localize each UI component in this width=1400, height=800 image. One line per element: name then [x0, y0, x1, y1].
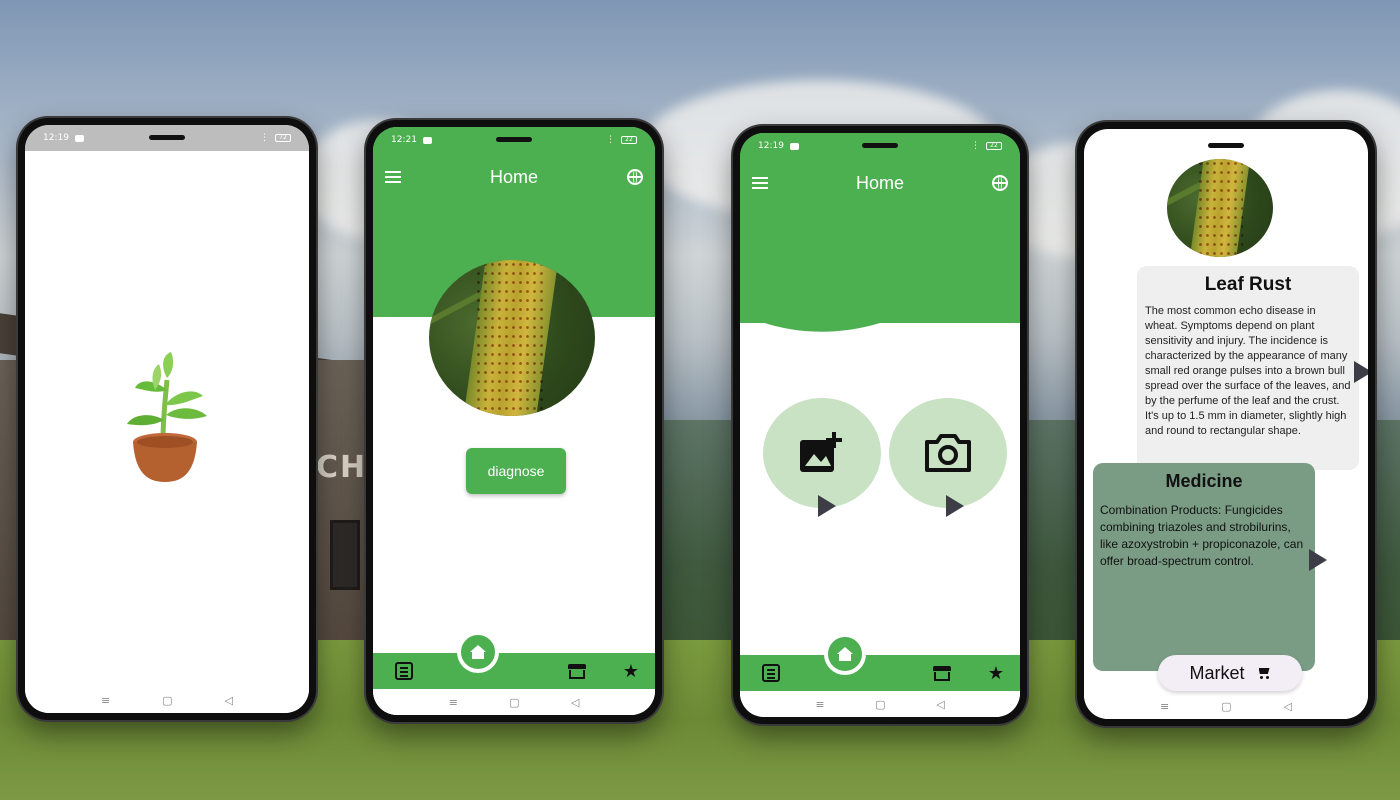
gallery-arrow-icon	[818, 495, 836, 517]
medicine-next-arrow-icon[interactable]	[1309, 549, 1327, 571]
add-photo-icon	[800, 432, 842, 472]
youtube-icon	[789, 142, 799, 150]
language-globe-icon[interactable]	[626, 169, 643, 185]
camera-arrow-icon	[946, 495, 964, 517]
store-icon[interactable]	[567, 663, 586, 679]
camera-icon	[925, 434, 971, 472]
home-icon	[837, 647, 853, 661]
potted-plant-logo	[127, 352, 207, 482]
home-nav-button[interactable]	[457, 631, 499, 673]
market-button[interactable]: Market	[1158, 655, 1302, 691]
app-header: Home	[740, 159, 1020, 207]
wave-divider	[740, 293, 1020, 332]
youtube-icon	[74, 134, 84, 142]
phone-home-diagnose: 12:21 ⋮ 22 Home diagnose ★ ≡ ▢ ◁	[366, 120, 662, 722]
battery-icon: 22	[986, 142, 1002, 150]
system-nav-bar: ≡ ▢ ◁	[1084, 693, 1368, 719]
system-nav-bar: ≡ ▢ ◁	[740, 691, 1020, 717]
page-title: Home	[489, 166, 538, 187]
leaf-rust-thumbnail	[1167, 159, 1273, 257]
disease-next-arrow-icon[interactable]	[1354, 361, 1368, 383]
page-title: Home	[855, 172, 904, 193]
home-system-button[interactable]: ▢	[509, 696, 519, 709]
back-button[interactable]: ◁	[225, 694, 233, 707]
home-nav-button[interactable]	[824, 633, 866, 675]
splash-screen: 12:19 ⋮ 72 ≡ ▢ ◁	[25, 125, 309, 713]
disease-title: Leaf Rust	[1204, 274, 1292, 295]
system-nav-bar: ≡ ▢ ◁	[373, 689, 655, 715]
status-time: 12:19	[758, 141, 784, 151]
battery-icon: 72	[275, 134, 291, 142]
system-nav-bar: ≡ ▢ ◁	[25, 687, 309, 713]
articles-icon[interactable]	[395, 662, 413, 680]
home-system-button[interactable]: ▢	[1221, 700, 1231, 713]
status-time: 12:19	[43, 133, 69, 143]
app-header: Home	[373, 153, 655, 201]
camera-notch	[149, 135, 185, 140]
leaf-rust-image	[429, 260, 595, 416]
camera-notch	[496, 137, 532, 142]
medicine-description: Combination Products: Fungicides combini…	[1100, 503, 1304, 568]
disease-info-card: Leaf Rust The most common echo disease i…	[1137, 266, 1359, 470]
shopping-cart-icon	[1257, 667, 1271, 679]
wifi-icon: ⋮	[606, 135, 615, 145]
recents-button[interactable]: ≡	[449, 696, 458, 709]
medicine-title: Medicine	[1165, 471, 1243, 491]
bottom-nav: ★	[740, 633, 1020, 691]
recents-button[interactable]: ≡	[815, 698, 824, 711]
phone-image-picker: 12:19 ⋮ 22 Home ★ ≡ ▢ ◁	[733, 126, 1027, 724]
camera-notch	[1208, 143, 1244, 148]
favorites-star-icon[interactable]: ★	[988, 663, 1004, 684]
camera-notch	[862, 143, 898, 148]
back-button[interactable]: ◁	[1284, 700, 1292, 713]
phone-splash: 12:19 ⋮ 72 ≡ ▢ ◁	[18, 118, 316, 720]
menu-icon[interactable]	[385, 171, 401, 183]
home-system-button[interactable]: ▢	[162, 694, 172, 707]
favorites-star-icon[interactable]: ★	[623, 661, 639, 682]
recents-button[interactable]: ≡	[1160, 700, 1169, 713]
image-picker-screen: 12:19 ⋮ 22 Home ★ ≡ ▢ ◁	[740, 133, 1020, 717]
store-icon[interactable]	[933, 665, 952, 681]
back-button[interactable]: ◁	[936, 698, 944, 711]
phone-disease-details: Leaf Rust The most common echo disease i…	[1077, 122, 1375, 726]
articles-icon[interactable]	[762, 664, 780, 682]
gallery-button[interactable]	[763, 398, 881, 508]
medicine-card: Medicine Combination Products: Fungicide…	[1093, 463, 1315, 671]
home-diagnose-screen: 12:21 ⋮ 22 Home diagnose ★ ≡ ▢ ◁	[373, 127, 655, 715]
bottom-nav: ★	[373, 631, 655, 689]
wifi-icon: ⋮	[971, 141, 980, 151]
youtube-icon	[422, 136, 432, 144]
camera-button[interactable]	[889, 398, 1007, 508]
disease-description: The most common echo disease in wheat. S…	[1145, 305, 1351, 437]
wifi-icon: ⋮	[260, 133, 269, 143]
recents-button[interactable]: ≡	[101, 694, 110, 707]
battery-icon: 22	[621, 136, 637, 144]
market-label: Market	[1189, 662, 1245, 683]
home-icon	[470, 645, 486, 659]
status-time: 12:21	[391, 135, 417, 145]
language-globe-icon[interactable]	[991, 175, 1008, 191]
disease-details-screen: Leaf Rust The most common echo disease i…	[1084, 129, 1368, 719]
menu-icon[interactable]	[752, 177, 768, 189]
barn-window	[330, 520, 360, 590]
diagnose-button[interactable]: diagnose	[466, 448, 566, 494]
home-system-button[interactable]: ▢	[875, 698, 885, 711]
back-button[interactable]: ◁	[571, 696, 579, 709]
